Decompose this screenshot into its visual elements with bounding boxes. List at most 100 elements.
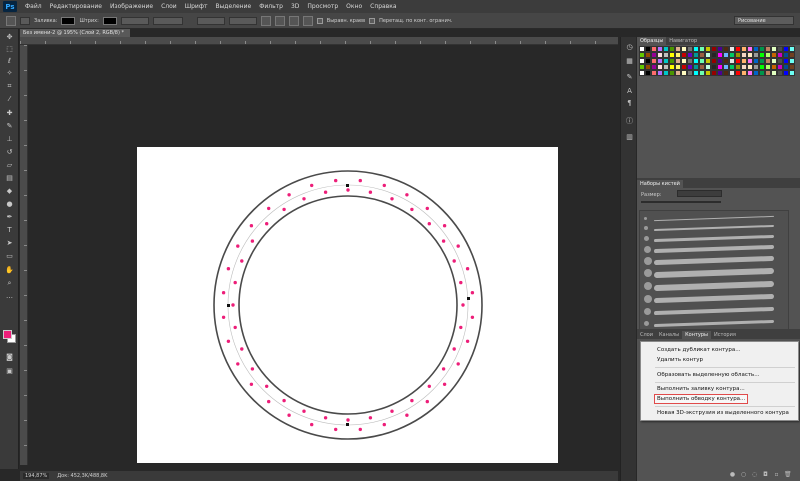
info-icon[interactable]: ⓘ (624, 117, 635, 126)
menu-item-3d-extrusion[interactable]: Новая 3D-экструзия из выделенного контур… (657, 410, 789, 416)
healing-brush-icon[interactable]: ✚ (4, 109, 15, 118)
brush-preset[interactable] (642, 233, 788, 244)
move-icon[interactable]: ✥ (4, 33, 15, 42)
history-icon[interactable]: ◷ (624, 43, 635, 52)
document-canvas[interactable] (137, 147, 558, 463)
tool-preset-icon[interactable] (6, 15, 16, 26)
tab-swatches[interactable]: Образцы (637, 37, 667, 45)
stroke-dot (267, 206, 271, 211)
width-field[interactable] (196, 16, 225, 25)
menu-item-duplicate-path[interactable]: Создать дубликат контура... (657, 347, 741, 353)
eyedropper-icon[interactable]: ⁄ (4, 95, 15, 104)
menu-view[interactable]: Просмотр (303, 3, 342, 10)
path-align-icon[interactable] (274, 15, 285, 26)
brush-preset[interactable] (642, 293, 788, 305)
foreground-color-swatch[interactable] (3, 330, 12, 339)
doc-size[interactable]: Док: 452,3K/488,8K (57, 473, 107, 479)
menu-3d[interactable]: 3D (287, 3, 303, 10)
menu-help[interactable]: Справка (366, 3, 400, 10)
menu-filter[interactable]: Фильтр (255, 3, 287, 10)
anchor-point-bottom[interactable] (346, 423, 349, 426)
clone-stamp-icon[interactable]: ⊥ (4, 135, 15, 144)
mode-select[interactable] (20, 16, 30, 25)
brush-list[interactable] (639, 210, 789, 334)
crop-icon[interactable]: ⌗ (4, 82, 15, 91)
brush-size-slider[interactable] (641, 201, 721, 203)
brush-preset-icon[interactable]: ✎ (624, 73, 635, 82)
anchor-point-top[interactable] (346, 184, 349, 187)
shape-icon[interactable]: ▭ (4, 252, 15, 261)
make-mask-icon[interactable]: ◘ (762, 471, 769, 478)
load-selection-icon[interactable]: ◌ (751, 471, 758, 478)
menu-edit[interactable]: Редактирование (46, 3, 106, 10)
screen-mode-icon[interactable]: ▣ (4, 367, 15, 376)
tab-channels[interactable]: Каналы (656, 331, 682, 339)
history-brush-icon[interactable]: ↺ (4, 148, 15, 157)
path-arrange-icon[interactable] (288, 15, 299, 26)
path-ops-icon[interactable] (260, 15, 271, 26)
tab-paths[interactable]: Контуры (682, 331, 711, 339)
brush-preset[interactable] (642, 280, 788, 292)
magic-wand-icon[interactable]: ✧ (4, 69, 15, 78)
marquee-icon[interactable]: ⬚ (4, 45, 15, 54)
menu-image[interactable]: Изображение (106, 3, 157, 10)
stroke-type-select[interactable] (152, 16, 183, 25)
brush-preset[interactable] (642, 255, 788, 267)
character-icon[interactable]: A (624, 87, 635, 96)
fill-path-icon[interactable]: ● (729, 471, 736, 478)
new-path-icon[interactable]: ▫ (773, 471, 780, 478)
menu-select[interactable]: Выделение (211, 3, 255, 10)
workspace-select[interactable]: Рисование (734, 16, 794, 25)
brush-preset[interactable] (642, 244, 788, 255)
anchor-point-left[interactable] (227, 304, 230, 307)
tab-navigator[interactable]: Навигатор (666, 37, 700, 45)
align-edges-checkbox[interactable] (316, 17, 323, 24)
constrain-checkbox[interactable] (369, 17, 376, 24)
zoom-level[interactable]: 194,87% (23, 473, 50, 479)
brush-size-field[interactable] (677, 190, 722, 197)
brush-preset[interactable] (642, 267, 788, 279)
type-icon[interactable]: T (4, 226, 15, 235)
eraser-icon[interactable]: ▱ (4, 161, 15, 170)
fill-swatch[interactable] (61, 16, 76, 25)
zoom-icon[interactable]: ⌕ (4, 279, 15, 288)
menu-file[interactable]: Файл (21, 3, 46, 10)
trash-icon[interactable]: 🗑 (784, 471, 792, 478)
height-field[interactable] (228, 16, 257, 25)
menu-layer[interactable]: Слои (157, 3, 181, 10)
pen-icon[interactable]: ✒ (4, 213, 15, 222)
tab-layers[interactable]: Слои (637, 331, 656, 339)
canvas-area[interactable] (29, 45, 618, 465)
brush-preset[interactable] (642, 306, 788, 318)
gradient-icon[interactable]: ▤ (4, 174, 15, 183)
menu-item-fill-path[interactable]: Выполнить заливку контура... (657, 386, 745, 392)
menu-type[interactable]: Шрифт (181, 3, 212, 10)
ruler-horizontal[interactable] (20, 37, 618, 45)
lasso-icon[interactable]: ℓ (4, 57, 15, 66)
swatch-cell[interactable] (789, 70, 795, 76)
hand-icon[interactable]: ✋ (4, 266, 15, 275)
layer-comps-icon[interactable]: ▥ (624, 133, 635, 142)
menu-item-make-selection[interactable]: Образовать выделенную область... (657, 372, 760, 378)
document-tab[interactable]: Без имени-2 @ 195% (Слой 2, RGB/8) * (20, 29, 130, 37)
anchor-point-right[interactable] (467, 297, 470, 300)
quick-mask-icon[interactable]: ◙ (4, 353, 15, 362)
stroke-swatch[interactable] (102, 16, 117, 25)
gear-icon[interactable] (302, 15, 313, 26)
stroke-path-icon[interactable]: ○ (740, 471, 747, 478)
menu-item-delete-path[interactable]: Удалить контур (657, 357, 703, 363)
edit-toolbar-icon[interactable]: … (4, 292, 15, 301)
menu-window[interactable]: Окно (342, 3, 366, 10)
menu-item-stroke-path[interactable]: Выполнить обводку контура... (653, 394, 749, 404)
properties-icon[interactable]: ▦ (624, 57, 635, 66)
paths-panel-footer: ● ○ ◌ ◘ ▫ 🗑 (729, 471, 792, 478)
dodge-icon[interactable]: ● (4, 200, 15, 209)
tab-history[interactable]: История (711, 331, 739, 339)
brush-icon[interactable]: ✎ (4, 122, 15, 131)
path-selection-icon[interactable]: ➤ (4, 239, 15, 248)
paragraph-icon[interactable]: ¶ (624, 99, 635, 108)
stroke-width-field[interactable] (120, 16, 149, 25)
blur-icon[interactable]: ◆ (4, 187, 15, 196)
ruler-vertical[interactable] (20, 45, 28, 465)
tab-brush-presets[interactable]: Наборы кистей (637, 180, 683, 188)
